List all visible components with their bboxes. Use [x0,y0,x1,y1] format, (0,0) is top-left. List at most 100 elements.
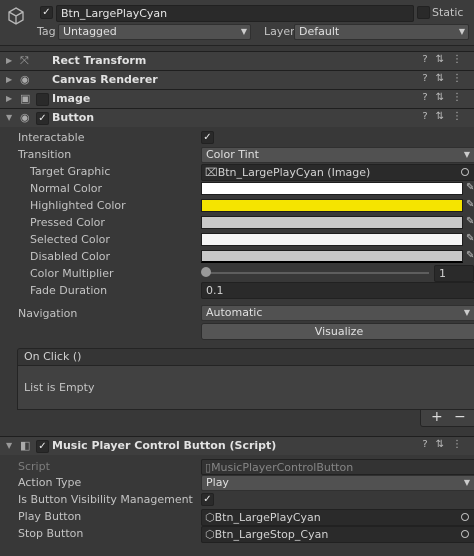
component-menu-icons[interactable]: ?⇅⋮ [422,439,470,450]
selected-color-label: Selected Color [30,233,110,246]
navigation-value: Automatic [206,306,263,319]
layer-value: Default [299,25,340,38]
pressed-color-label: Pressed Color [30,216,105,229]
object-picker-icon[interactable] [461,168,469,176]
object-picker-icon[interactable] [461,530,469,538]
object-header: ✓ Btn_LargePlayCyan Static Tag Untagged … [0,0,474,46]
stop-button-label: Stop Button [18,527,84,540]
button-title: Button [52,111,95,124]
selected-color-swatch[interactable] [201,233,463,246]
transition-dropdown[interactable]: Color Tint ▼ [201,147,474,163]
component-menu-icons[interactable]: ?⇅⋮ [422,54,470,65]
component-menu-icons[interactable]: ?⇅⋮ [422,73,470,84]
color-multiplier-field[interactable]: 1 [434,265,474,282]
action-type-value: Play [206,476,229,489]
fade-duration-label: Fade Duration [30,284,108,297]
component-menu-icons[interactable]: ?⇅⋮ [422,92,470,103]
script-header[interactable]: ▼ ◧ ✓ Music Player Control Button (Scrip… [0,436,474,455]
gameobject-cube-icon: ⬡ [205,511,215,524]
eyedropper-icon[interactable]: ✎ [466,250,474,261]
object-picker-icon[interactable] [461,513,469,521]
active-checkbox[interactable]: ✓ [40,6,53,19]
chevron-down-icon: ▼ [458,27,465,36]
eyedropper-icon[interactable]: ✎ [466,233,474,244]
add-listener-button[interactable]: + [431,409,443,425]
chevron-down-icon: ▼ [463,308,470,317]
layer-dropdown[interactable]: Default ▼ [294,24,469,40]
static-label: Static [432,6,464,19]
script-title: Music Player Control Button (Script) [52,439,277,452]
chevron-down-icon: ▼ [463,478,470,487]
button-component-icon: ◉ [20,111,30,124]
object-name-field[interactable]: Btn_LargePlayCyan [56,5,414,22]
canvas-renderer-title: Canvas Renderer [52,73,158,86]
eyedropper-icon[interactable]: ✎ [466,182,474,193]
highlighted-color-label: Highlighted Color [30,199,126,212]
highlighted-color-swatch[interactable] [201,199,463,212]
visualize-button[interactable]: Visualize [201,323,474,340]
layer-label: Layer [264,25,295,38]
image-header[interactable]: ▶ ▣ Image ?⇅⋮ [0,89,474,108]
action-type-dropdown[interactable]: Play ▼ [201,475,474,491]
rect-transform-icon: ⤧ [20,54,29,67]
image-enabled-checkbox[interactable] [36,93,49,106]
rect-transform-title: Rect Transform [52,54,147,67]
disabled-color-swatch[interactable] [201,250,463,263]
image-ref-icon: ⌧ [205,166,218,179]
color-multiplier-label: Color Multiplier [30,267,114,280]
script-value: MusicPlayerControlButton [211,461,354,474]
tag-dropdown[interactable]: Untagged ▼ [58,24,251,40]
foldout-expanded-icon[interactable]: ▼ [6,113,12,122]
fade-duration-value: 0.1 [206,284,224,297]
onclick-header: On Click () [17,348,474,366]
visibility-management-checkbox[interactable]: ✓ [201,493,214,506]
play-button-value: Btn_LargePlayCyan [214,511,321,524]
script-field: ▯MusicPlayerControlButton [201,459,474,475]
gameobject-cube-icon: ⬡ [205,528,215,541]
onclick-label: On Click () [24,350,82,363]
eyedropper-icon[interactable]: ✎ [466,199,474,210]
stop-button-value: Btn_LargeStop_Cyan [214,528,329,541]
image-icon: ▣ [20,92,31,105]
chevron-down-icon: ▼ [463,150,470,159]
tag-value: Untagged [63,25,117,38]
foldout-expanded-icon[interactable]: ▼ [6,441,12,450]
navigation-dropdown[interactable]: Automatic ▼ [201,305,474,321]
disabled-color-label: Disabled Color [30,250,111,263]
gameobject-cube-icon [6,6,26,26]
target-graphic-field[interactable]: ⌧Btn_LargePlayCyan (Image) [201,164,474,181]
fade-duration-field[interactable]: 0.1 [201,282,474,299]
canvas-renderer-header[interactable]: ▶ ◉ Canvas Renderer ?⇅⋮ [0,70,474,89]
interactable-label: Interactable [18,131,85,144]
list-empty-text: List is Empty [24,381,95,394]
interactable-checkbox[interactable]: ✓ [201,131,214,144]
transition-label: Transition [18,148,72,161]
chevron-down-icon: ▼ [240,27,247,36]
transition-value: Color Tint [206,148,259,161]
normal-color-swatch[interactable] [201,182,463,195]
script-enabled-checkbox[interactable]: ✓ [36,440,49,453]
normal-color-label: Normal Color [30,182,103,195]
play-button-field[interactable]: ⬡Btn_LargePlayCyan [201,509,474,526]
script-label: Script [18,460,50,473]
eyedropper-icon[interactable]: ✎ [466,216,474,227]
foldout-collapsed-icon[interactable]: ▶ [6,75,12,84]
eye-icon: ◉ [20,73,30,86]
static-checkbox[interactable] [417,6,430,19]
button-header[interactable]: ▼ ◉ ✓ Button ?⇅⋮ [0,108,474,127]
csharp-script-icon: ◧ [20,439,31,452]
color-multiplier-slider-track[interactable] [205,272,429,274]
onclick-list: List is Empty [17,366,474,410]
pressed-color-swatch[interactable] [201,216,463,229]
foldout-collapsed-icon[interactable]: ▶ [6,56,12,65]
play-button-label: Play Button [18,510,82,523]
foldout-collapsed-icon[interactable]: ▶ [6,94,12,103]
button-enabled-checkbox[interactable]: ✓ [36,112,49,125]
visibility-management-label: Is Button Visibility Management [18,493,193,506]
stop-button-field[interactable]: ⬡Btn_LargeStop_Cyan [201,526,474,543]
component-menu-icons[interactable]: ?⇅⋮ [422,111,470,122]
remove-listener-button[interactable]: − [454,409,466,425]
rect-transform-header[interactable]: ▶ ⤧ Rect Transform ?⇅⋮ [0,51,474,70]
color-multiplier-slider-handle[interactable] [201,267,211,277]
action-type-label: Action Type [18,476,82,489]
